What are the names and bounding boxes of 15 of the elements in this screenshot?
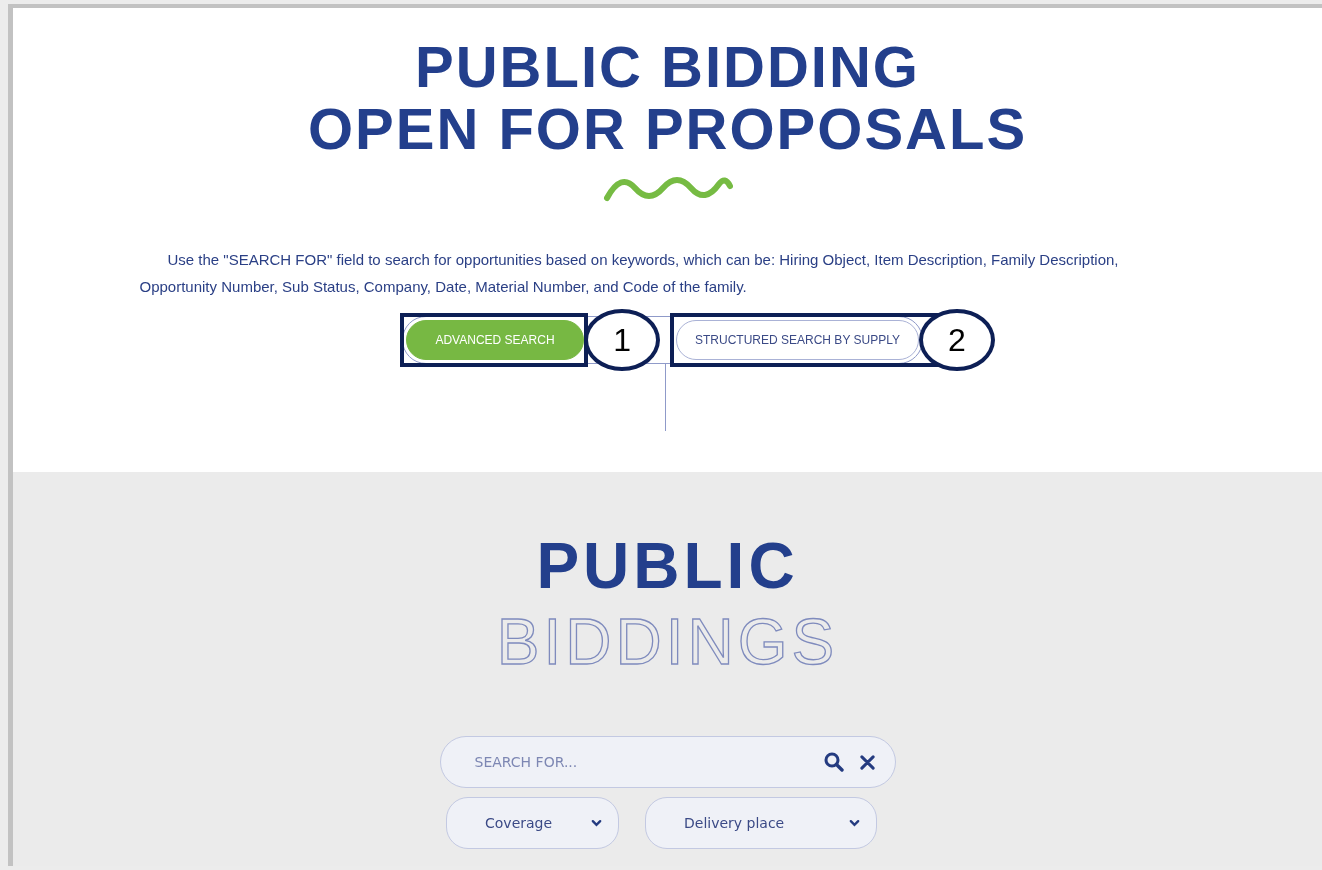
dropdown[interactable]: Delivery place xyxy=(645,797,877,849)
intro-paragraph: Use the "SEARCH FOR" field to search for opportunities based on keywords, which can be: Hiring Object, Item Description, Family Description, Opportunity Number, Sub Status, Company, Date, Material Number, and Code of the family. xyxy=(138,250,1120,297)
callout-badge: 2 xyxy=(918,309,995,371)
page-title: PUBLIC BIDDING xyxy=(415,36,920,98)
section-title: BIDDINGS xyxy=(496,605,839,680)
section-title: PUBLIC xyxy=(536,529,799,604)
chevron-down-icon xyxy=(591,819,602,827)
tab[interactable]: STRUCTURED SEARCH BY SUPPLY xyxy=(676,320,919,360)
dropdown[interactable]: Coverage xyxy=(446,797,619,849)
search-icon[interactable] xyxy=(823,752,844,772)
chevron-down-icon xyxy=(849,819,860,827)
page-title: OPEN FOR PROPOSALS xyxy=(307,98,1028,160)
close-icon[interactable] xyxy=(859,754,875,770)
search-field[interactable]: SEARCH FOR... xyxy=(439,736,896,788)
search-input[interactable]: SEARCH FOR... xyxy=(472,753,808,771)
